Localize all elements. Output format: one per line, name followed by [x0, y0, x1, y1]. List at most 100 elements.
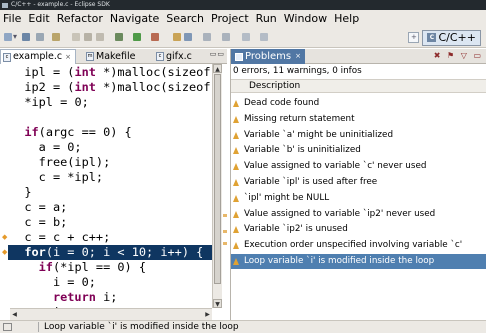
problem-row[interactable]: Execution order unspecified involving va… — [231, 238, 486, 253]
menu-search[interactable]: Search — [166, 12, 204, 25]
problem-description: Loop variable `i' is modified inside the… — [244, 256, 435, 266]
code-text: ipl = ( — [24, 65, 75, 79]
tab-problems[interactable]: Problems × — [231, 49, 305, 64]
debug-icon[interactable] — [115, 33, 123, 41]
code-line[interactable] — [0, 110, 212, 125]
warning-icon — [233, 226, 240, 234]
code-line[interactable]: if(argc == 0) { — [0, 125, 212, 140]
problem-row[interactable]: Missing return statement — [231, 112, 486, 127]
code-line[interactable]: a = 0; — [0, 140, 212, 155]
code-line[interactable]: if(*ipl == 0) { — [0, 260, 212, 275]
run-icon[interactable] — [133, 33, 141, 41]
code-line[interactable]: } — [0, 185, 212, 200]
problem-row[interactable]: Dead code found — [231, 96, 486, 111]
warning-icon — [233, 115, 240, 123]
code-line[interactable]: i = 0; — [0, 275, 212, 290]
prev-annotation-icon[interactable] — [222, 33, 230, 41]
problem-row[interactable]: Variable `ip2' is unused — [231, 222, 486, 237]
status-separator — [38, 322, 39, 332]
warning-icon — [233, 147, 240, 155]
search-icon[interactable] — [173, 33, 181, 41]
code-line[interactable]: ip2 = (int *)malloc(sizeof — [0, 80, 212, 95]
code-line[interactable]: c = *ipl; — [0, 170, 212, 185]
save-icon[interactable] — [22, 33, 30, 41]
scroll-down-icon[interactable]: ▼ — [213, 299, 222, 308]
perspective-button[interactable]: C C/C++ — [422, 29, 481, 46]
menu-file[interactable]: File — [3, 12, 21, 25]
overview-ruler — [222, 64, 227, 320]
menu-help[interactable]: Help — [334, 12, 359, 25]
problem-description: Dead code found — [244, 98, 320, 108]
warning-icon — [233, 194, 240, 202]
code-area[interactable]: ipl = (int *)malloc(sizeof ip2 = (int *)… — [0, 64, 212, 308]
open-resource-icon[interactable] — [84, 33, 92, 41]
problems-tabbar: Problems × ✖ ⚑ ▽ ▭ — [231, 49, 486, 64]
warning-marker[interactable] — [223, 242, 227, 245]
view-menu-icons[interactable]: ✖ ⚑ ▽ ▭ — [434, 51, 483, 60]
warning-marker[interactable] — [223, 230, 227, 233]
code-line[interactable]: c = c + c++; — [0, 230, 212, 245]
code-line[interactable]: free(ipl); — [0, 155, 212, 170]
annotation-gutter: ◆ ◆ — [0, 64, 8, 320]
open-type-icon[interactable] — [72, 33, 80, 41]
tab-gifx-c[interactable]: c gifx.c — [154, 49, 204, 64]
tab-label: Problems — [245, 51, 292, 62]
toggle-mark-icon[interactable] — [96, 33, 104, 41]
tab-example-c[interactable]: c example.c × — [0, 49, 76, 64]
horizontal-scrollbar[interactable]: ◀ ▶ — [10, 308, 212, 320]
open-perspective-icon[interactable]: + — [408, 32, 420, 43]
code-line[interactable]: return i; — [0, 290, 212, 305]
build-icon[interactable] — [52, 33, 60, 41]
scroll-right-icon[interactable]: ▶ — [203, 310, 212, 319]
menu-edit[interactable]: Edit — [28, 12, 49, 25]
code-line[interactable]: c = a; — [0, 200, 212, 215]
scroll-up-icon[interactable]: ▲ — [213, 64, 222, 73]
problem-row[interactable]: Variable `a' might be uninitialized — [231, 128, 486, 143]
close-tab-icon[interactable]: × — [65, 50, 71, 64]
menu-run[interactable]: Run — [256, 12, 277, 25]
scroll-left-icon[interactable]: ◀ — [10, 310, 19, 319]
problem-row[interactable]: Value assigned to variable `ip2' never u… — [231, 207, 486, 222]
print-icon[interactable] — [36, 33, 44, 41]
app-icon — [2, 2, 8, 8]
code-text: *)malloc(sizeof — [95, 65, 211, 79]
new-wizard-icon[interactable] — [4, 33, 12, 41]
column-header-description[interactable]: Description — [231, 79, 486, 93]
new-dropdown-icon[interactable]: ▾ — [13, 32, 17, 42]
menu-refactor[interactable]: Refactor — [57, 12, 103, 25]
code-text: free(ipl); — [38, 155, 111, 169]
code-line[interactable]: c = b; — [0, 215, 212, 230]
menu-window[interactable]: Window — [284, 12, 327, 25]
next-annotation-icon[interactable] — [203, 33, 211, 41]
problem-row[interactable]: Loop variable `i' is modified inside the… — [231, 254, 486, 269]
minimize-maximize-icon[interactable]: ▭▭ — [210, 50, 225, 58]
problem-row[interactable]: Value assigned to variable `c' never use… — [231, 159, 486, 174]
scroll-thumb[interactable] — [214, 74, 221, 284]
code-line[interactable]: for(i = 0; i < 10; i++) { — [0, 245, 212, 260]
external-tools-icon[interactable] — [151, 33, 159, 41]
menu-project[interactable]: Project — [211, 12, 249, 25]
forward-icon[interactable] — [260, 33, 268, 41]
fast-view-icon[interactable] — [3, 323, 12, 331]
tab-makefile[interactable]: m Makefile — [84, 49, 150, 64]
problem-row[interactable]: Variable `b' is uninitialized — [231, 143, 486, 158]
close-tab-icon[interactable]: × — [295, 49, 301, 64]
problem-row[interactable]: Variable `ipl' is used after free — [231, 175, 486, 190]
warning-gutter-icon[interactable]: ◆ — [2, 249, 7, 256]
code-line[interactable]: *ipl = 0; — [0, 95, 212, 110]
problem-description: `ipl' might be NULL — [244, 192, 330, 203]
open-task-icon[interactable] — [184, 33, 192, 41]
problem-row[interactable]: `ipl' might be NULL — [231, 191, 486, 206]
code-text: c = *ipl; — [38, 170, 104, 184]
vertical-scrollbar[interactable]: ▲ ▼ — [212, 64, 222, 308]
problems-view: Problems × ✖ ⚑ ▽ ▭ 0 errors, 11 warnings… — [230, 49, 486, 320]
warning-gutter-icon[interactable]: ◆ — [2, 234, 7, 241]
warning-marker[interactable] — [223, 214, 227, 217]
menu-navigate[interactable]: Navigate — [110, 12, 159, 25]
code-keyword: return — [52, 290, 96, 304]
code-line[interactable]: ipl = (int *)malloc(sizeof — [0, 65, 212, 80]
back-icon[interactable] — [242, 33, 250, 41]
